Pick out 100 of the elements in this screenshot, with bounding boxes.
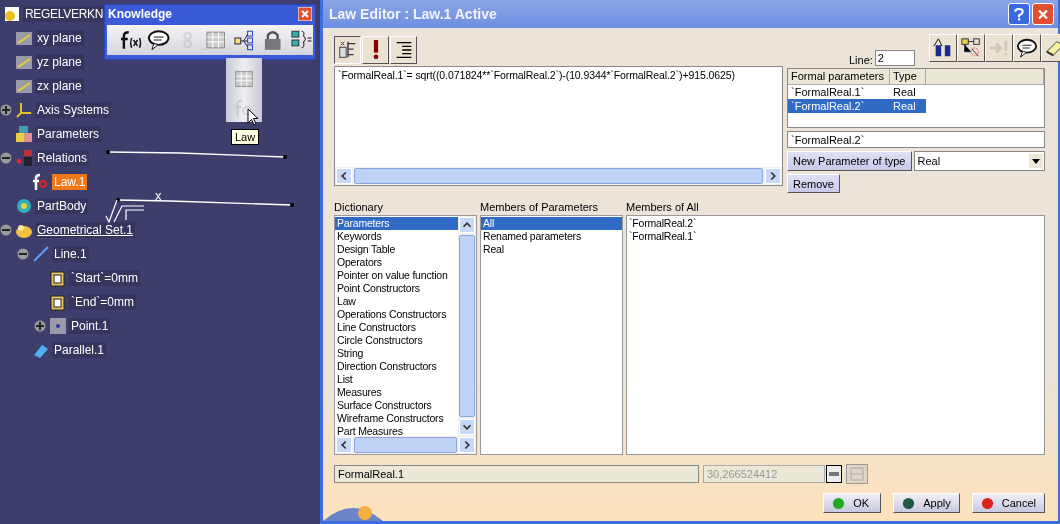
dialog-button[interactable]: OK xyxy=(823,493,882,513)
list-item[interactable]: Operators xyxy=(335,256,458,269)
bubble-button[interactable] xyxy=(1012,34,1041,62)
list-item[interactable]: Surface Constructors xyxy=(335,399,458,412)
plane-node-icon xyxy=(15,53,33,71)
horizontal-scrollbar[interactable] xyxy=(335,167,782,185)
list-item[interactable]: Design Table xyxy=(335,243,458,256)
collapse-icon[interactable] xyxy=(17,248,29,260)
parameter-name-field[interactable]: `FormalReal.2` xyxy=(787,131,1045,148)
close-button[interactable] xyxy=(1032,3,1054,25)
list-item[interactable]: String xyxy=(335,347,458,360)
dialog-button[interactable]: Apply xyxy=(893,493,960,513)
error-button[interactable] xyxy=(362,36,389,64)
list-item[interactable]: Renamed parameters xyxy=(481,230,622,243)
horizontal-scrollbar[interactable] xyxy=(335,436,476,454)
list-item[interactable]: Real xyxy=(481,243,622,256)
type-dropdown[interactable]: Real xyxy=(913,151,1045,171)
tree-node[interactable]: `End`=0mm xyxy=(69,294,137,310)
tree-node[interactable]: yz plane xyxy=(35,54,84,70)
list-item[interactable]: Part Measures xyxy=(335,425,458,438)
list-item[interactable]: Point Constructors xyxy=(335,282,458,295)
close-icon[interactable] xyxy=(298,7,312,21)
params-node-icon xyxy=(15,125,33,143)
tree-node[interactable]: PartBody xyxy=(35,198,89,214)
table-row[interactable]: `FormalReal.2` Real xyxy=(788,99,926,113)
tree-node[interactable]: Parameters xyxy=(35,126,102,142)
point-node-icon xyxy=(49,317,67,335)
tree-node[interactable]: zx plane xyxy=(35,78,84,94)
list-item[interactable]: Line Constructors xyxy=(335,321,458,334)
list-item[interactable]: Pointer on value function xyxy=(335,269,458,282)
collapse-icon[interactable] xyxy=(0,224,12,236)
law-node-icon xyxy=(32,173,50,191)
list-item[interactable]: Circle Constructors xyxy=(335,334,458,347)
scroll-thumb[interactable] xyxy=(354,437,457,453)
tree-node[interactable]: Relations xyxy=(35,150,90,166)
scroll-up-icon[interactable] xyxy=(459,217,475,233)
name-field[interactable]: FormalReal.1 xyxy=(334,465,699,483)
diagram-button[interactable] xyxy=(956,34,985,62)
caret-icon xyxy=(1029,154,1043,168)
plane-node-icon xyxy=(15,29,33,47)
spinner-icon[interactable] xyxy=(826,465,842,483)
body-node-icon xyxy=(15,197,33,215)
table-cell-text: Real xyxy=(892,100,917,112)
scroll-left-icon[interactable] xyxy=(336,168,352,184)
column-header[interactable]: Type xyxy=(890,69,926,85)
plane-node-icon xyxy=(15,77,33,95)
formula-editor[interactable]: `FormalReal.1`= sqrt((0.071824**`FormalReal.2`)-(10.9344*`FormalReal.2`)+915.0625) xyxy=(334,66,783,186)
list-item[interactable]: Keywords xyxy=(335,230,458,243)
dialog-button[interactable]: Cancel xyxy=(971,493,1045,513)
tree-node[interactable]: Line.1 xyxy=(52,246,89,262)
list-item[interactable]: Measures xyxy=(335,386,458,399)
remove-button[interactable]: Remove xyxy=(787,174,840,193)
list-label: Members of Parameters xyxy=(480,201,599,215)
param-node-icon xyxy=(49,269,67,287)
tree-node[interactable]: xy plane xyxy=(35,30,84,46)
tree-node[interactable]: REGELVERKN xyxy=(23,6,104,22)
list-item[interactable]: Direction Constructors xyxy=(335,360,458,373)
expand-icon[interactable] xyxy=(0,104,12,116)
new-parameter-button[interactable]: New Parameter of type xyxy=(787,151,912,171)
expand-icon[interactable] xyxy=(34,320,46,332)
list-item[interactable]: All xyxy=(481,217,622,230)
table-row[interactable]: `FormalReal.1` Real xyxy=(788,85,926,99)
scroll-down-icon[interactable] xyxy=(459,419,475,435)
line-field[interactable]: 2 xyxy=(874,50,915,66)
scroll-right-icon[interactable] xyxy=(459,437,475,453)
collapse-icon[interactable] xyxy=(0,152,12,164)
vertical-scrollbar[interactable] xyxy=(458,216,476,436)
bubble-icon xyxy=(1015,37,1038,59)
scroll-left-icon[interactable] xyxy=(336,437,352,453)
formula-icon[interactable] xyxy=(119,28,143,52)
toolbar-title: Knowledge xyxy=(108,7,172,21)
relations-node-icon xyxy=(15,149,33,167)
column-header[interactable]: Formal parameters xyxy=(788,69,890,85)
list-item[interactable]: `FormalReal.2` xyxy=(627,217,1044,230)
list-item[interactable]: Wireframe Constructors xyxy=(335,412,458,425)
tree-node[interactable]: Parallel.1 xyxy=(52,342,107,358)
list-item[interactable]: Parameters xyxy=(335,217,458,230)
sketch-label: x xyxy=(155,188,162,203)
scroll-thumb[interactable] xyxy=(459,235,475,417)
list-item[interactable]: Operations Constructors xyxy=(335,308,458,321)
tree-node[interactable]: Axis Systems xyxy=(35,102,111,118)
tree-node[interactable]: Point.1 xyxy=(69,318,111,334)
binoculars-button[interactable] xyxy=(928,34,957,62)
line-label: Line: xyxy=(849,54,873,66)
table-cell-text: Real xyxy=(892,86,917,98)
scroll-thumb[interactable] xyxy=(354,168,763,184)
close-icon xyxy=(1037,7,1049,21)
parameter-explorer-button[interactable] xyxy=(334,36,361,64)
indent-button[interactable] xyxy=(390,36,417,64)
list-item[interactable]: List xyxy=(335,373,458,386)
help-button[interactable] xyxy=(1008,3,1030,25)
table-cell-text: `FormalReal.2` xyxy=(790,100,866,112)
cursor-icon xyxy=(247,108,259,126)
tree-node[interactable]: `Start`=0mm xyxy=(69,270,140,286)
line-node-icon xyxy=(32,245,50,263)
list-item[interactable]: Law xyxy=(335,295,458,308)
scroll-right-icon[interactable] xyxy=(765,168,781,184)
tree-node[interactable]: Geometrical Set.1 xyxy=(35,222,136,238)
eraser-button[interactable] xyxy=(1040,34,1060,62)
list-item[interactable]: `FormalReal.1` xyxy=(627,230,1044,243)
